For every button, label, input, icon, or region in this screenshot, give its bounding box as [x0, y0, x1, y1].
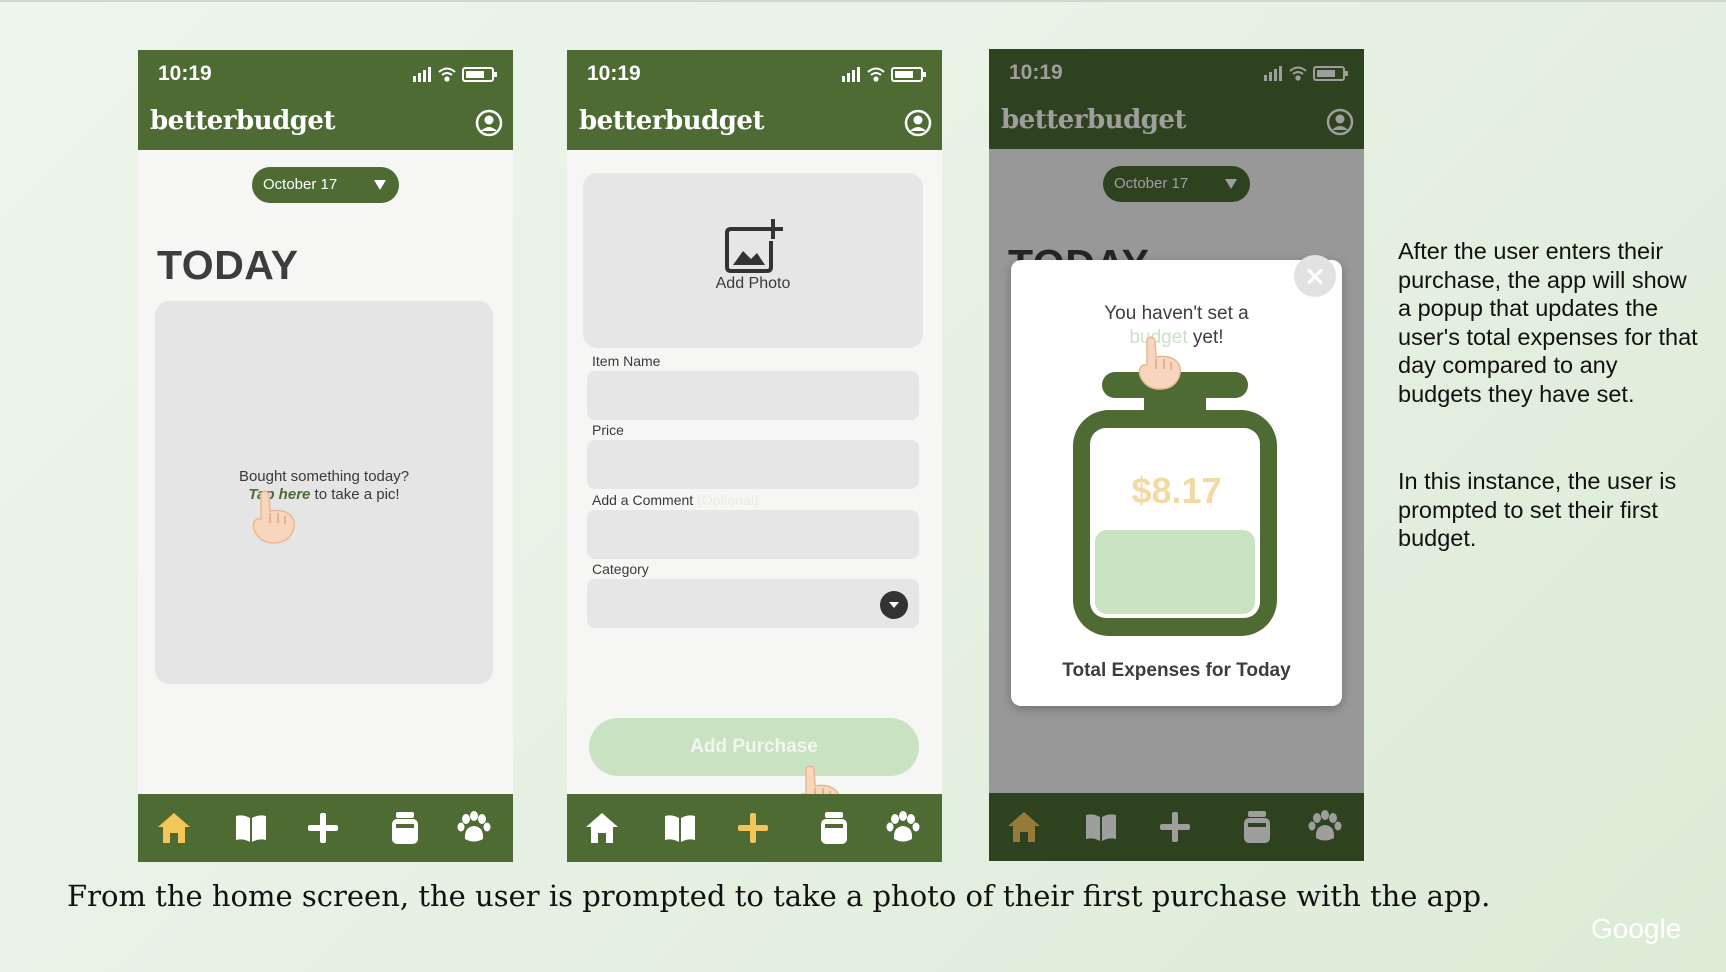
- category-select[interactable]: [587, 579, 919, 628]
- pointing-hand-icon: [1138, 336, 1182, 390]
- phone-add-purchase-screen: 10:19 betterbudget Add Photo Item Name P…: [567, 50, 942, 862]
- app-logo: betterbudget: [150, 106, 335, 136]
- description-paragraph-1: After the user enters their purchase, th…: [1398, 238, 1698, 407]
- prompt-rest: to take a pic!: [310, 486, 400, 503]
- jar-icon[interactable]: [816, 810, 852, 846]
- category-label: Category: [592, 561, 649, 577]
- app-header: betterbudget: [567, 98, 942, 150]
- status-icons: [842, 67, 926, 82]
- date-selector[interactable]: October 17: [252, 167, 399, 203]
- battery-icon: [891, 67, 926, 82]
- add-photo-button[interactable]: Add Photo: [583, 173, 923, 348]
- signal-icon: [842, 67, 860, 82]
- popup-caption: Total Expenses for Today: [1062, 660, 1291, 681]
- phone-home-screen: 10:19 betterbudget October 17 TODAY Boug…: [138, 50, 513, 862]
- status-icons: [413, 67, 497, 82]
- signal-icon: [413, 67, 431, 82]
- comment-label-text: Add a Comment: [592, 492, 694, 508]
- paw-icon[interactable]: [456, 810, 492, 846]
- wifi-icon: [438, 67, 456, 82]
- wifi-icon: [867, 67, 885, 82]
- plus-icon[interactable]: [305, 810, 341, 846]
- expense-popup: You haven't set a budget yet! $8.17 Tota…: [1011, 260, 1342, 706]
- book-icon[interactable]: [233, 810, 269, 846]
- item-name-label: Item Name: [592, 353, 661, 369]
- battery-icon: [462, 67, 497, 82]
- phone-expense-popup-screen: 10:19 betterbudget October 17 TODAY You …: [989, 49, 1364, 861]
- slide-top-border: [0, 0, 1726, 2]
- message-end: yet!: [1187, 327, 1224, 348]
- photo-prompt: Bought something today? Tap here to take…: [155, 468, 493, 504]
- plus-icon[interactable]: [735, 810, 771, 846]
- chevron-down-icon[interactable]: [880, 591, 908, 619]
- prompt-line-1: Bought something today?: [238, 468, 410, 485]
- message-line-1: You haven't set a: [1104, 303, 1249, 324]
- description-paragraph-2: In this instance, the user is prompted t…: [1398, 468, 1677, 551]
- status-bar: 10:19: [567, 50, 942, 98]
- add-image-icon: [725, 219, 783, 273]
- comment-label: Add a Comment (Optional): [592, 492, 759, 508]
- price-field[interactable]: [587, 440, 919, 489]
- slide-caption: From the home screen, the user is prompt…: [67, 879, 1491, 913]
- profile-icon[interactable]: [904, 109, 932, 137]
- status-time: 10:19: [587, 62, 641, 85]
- item-name-field[interactable]: [587, 371, 919, 420]
- home-icon[interactable]: [156, 810, 192, 846]
- paw-icon[interactable]: [885, 810, 921, 846]
- google-logo: Google: [1591, 913, 1682, 944]
- jar-icon[interactable]: [387, 810, 423, 846]
- profile-icon[interactable]: [475, 109, 503, 137]
- bottom-nav: [138, 794, 513, 862]
- page-title: TODAY: [157, 242, 299, 288]
- book-icon[interactable]: [662, 810, 698, 846]
- status-bar: 10:19: [138, 50, 513, 98]
- close-popup-button[interactable]: [1294, 255, 1336, 297]
- add-photo-label: Add Photo: [715, 275, 791, 292]
- price-label: Price: [592, 422, 624, 438]
- add-purchase-button[interactable]: Add Purchase: [589, 718, 919, 776]
- home-icon[interactable]: [584, 810, 620, 846]
- optional-hint: (Optional): [697, 492, 759, 508]
- bottom-nav: [567, 794, 942, 862]
- status-time: 10:19: [158, 62, 212, 85]
- total-amount: $8.17: [1131, 470, 1222, 511]
- date-selector-label: October 17: [263, 176, 338, 193]
- app-logo: betterbudget: [579, 106, 764, 136]
- take-photo-area[interactable]: Bought something today? Tap here to take…: [155, 301, 493, 684]
- comment-field[interactable]: [587, 510, 919, 559]
- prompt-line-2: Tap here to take a pic!: [155, 486, 493, 504]
- dropdown-arrow-icon: [374, 180, 386, 190]
- app-header: betterbudget: [138, 98, 513, 150]
- pointing-hand-icon: [252, 490, 296, 544]
